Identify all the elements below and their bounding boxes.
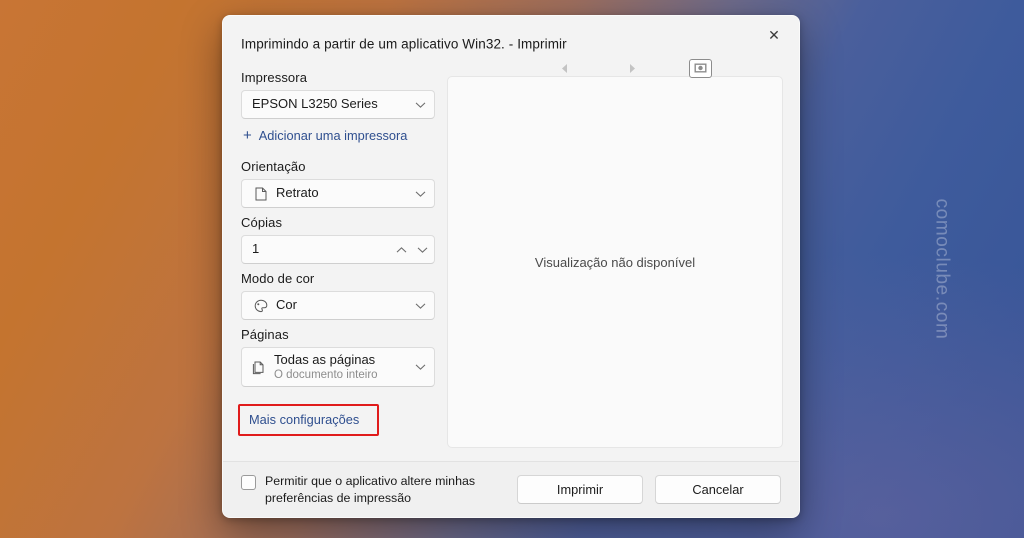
plus-icon: +: [243, 127, 252, 144]
more-settings-link[interactable]: Mais configurações: [241, 408, 365, 431]
orientation-select[interactable]: Retrato: [241, 179, 435, 208]
settings-panel: Impressora EPSON L3250 Series + Adiciona…: [223, 70, 435, 461]
print-dialog: Imprimindo a partir de um aplicativo Win…: [222, 15, 800, 518]
chevron-down-icon: [415, 190, 426, 197]
color-mode-label: Modo de cor: [241, 271, 315, 286]
close-button[interactable]: ✕: [753, 20, 795, 50]
copies-field: Cópias 1: [241, 215, 435, 264]
footer-buttons: Imprimir Cancelar: [517, 475, 781, 504]
print-button[interactable]: Imprimir: [517, 475, 643, 504]
dialog-footer: Permitir que o aplicativo altere minhas …: [223, 461, 799, 517]
chevron-down-icon[interactable]: [417, 246, 428, 253]
chevron-up-icon[interactable]: [396, 246, 407, 253]
printer-value: EPSON L3250 Series: [252, 96, 378, 112]
copies-stepper[interactable]: 1: [241, 235, 435, 264]
chevron-down-icon: [415, 364, 426, 371]
preview-unavailable-message: Visualização não disponível: [534, 254, 696, 270]
orientation-label: Orientação: [241, 159, 306, 174]
more-settings-wrapper: Mais configurações: [238, 404, 380, 436]
printer-label: Impressora: [241, 70, 308, 85]
fit-to-page-icon: [694, 63, 707, 73]
dialog-body: Impressora EPSON L3250 Series + Adiciona…: [223, 70, 799, 461]
copies-spinner: [396, 246, 428, 253]
copies-label: Cópias: [241, 215, 283, 230]
pages-text-block: Todas as páginas O documento inteiro: [274, 351, 378, 382]
color-mode-field: Modo de cor Cor: [241, 271, 435, 320]
orientation-value: Retrato: [276, 185, 319, 201]
printer-select[interactable]: EPSON L3250 Series: [241, 90, 435, 119]
color-mode-value: Cor: [276, 297, 297, 313]
desktop-background: comoclube.com Imprimindo a partir de um …: [0, 0, 1024, 538]
allow-app-preferences-label: Permitir que o aplicativo altere minhas …: [265, 473, 476, 505]
dialog-title: Imprimindo a partir de um aplicativo Win…: [241, 36, 567, 52]
chevron-down-icon: [415, 302, 426, 309]
cancel-button[interactable]: Cancelar: [655, 475, 781, 504]
orientation-field: Orientação Retrato: [241, 159, 435, 208]
chevron-down-icon: [415, 101, 426, 108]
printer-field: Impressora EPSON L3250 Series: [241, 70, 435, 119]
pages-field: Páginas Todas as páginas O documento int…: [241, 327, 435, 387]
print-preview-panel: Visualização não disponível: [447, 76, 783, 448]
allow-app-preferences-checkbox[interactable]: [241, 474, 256, 490]
dialog-titlebar: Imprimindo a partir de um aplicativo Win…: [223, 16, 799, 78]
pages-label: Páginas: [241, 327, 289, 342]
allow-app-preferences-row[interactable]: Permitir que o aplicativo altere minhas …: [241, 473, 513, 506]
site-watermark: comoclube.com: [931, 198, 953, 340]
add-printer-label: Adicionar uma impressora: [258, 128, 408, 143]
previous-page-button[interactable]: [553, 57, 575, 79]
copies-value: 1: [252, 241, 260, 257]
preview-toolbar: [553, 57, 712, 79]
pages-sub: O documento inteiro: [274, 368, 378, 381]
page-portrait-icon: [252, 187, 269, 201]
color-mode-select[interactable]: Cor: [241, 291, 435, 320]
triangle-left-icon: [561, 63, 567, 73]
next-page-button[interactable]: [621, 57, 643, 79]
fit-to-page-button[interactable]: [689, 58, 712, 78]
triangle-right-icon: [629, 63, 635, 73]
add-printer-link[interactable]: + Adicionar uma impressora: [243, 128, 435, 143]
pages-stack-icon: [250, 360, 267, 375]
color-palette-icon: [252, 299, 269, 313]
pages-value: Todas as páginas: [274, 351, 376, 367]
pages-select[interactable]: Todas as páginas O documento inteiro: [241, 347, 435, 387]
